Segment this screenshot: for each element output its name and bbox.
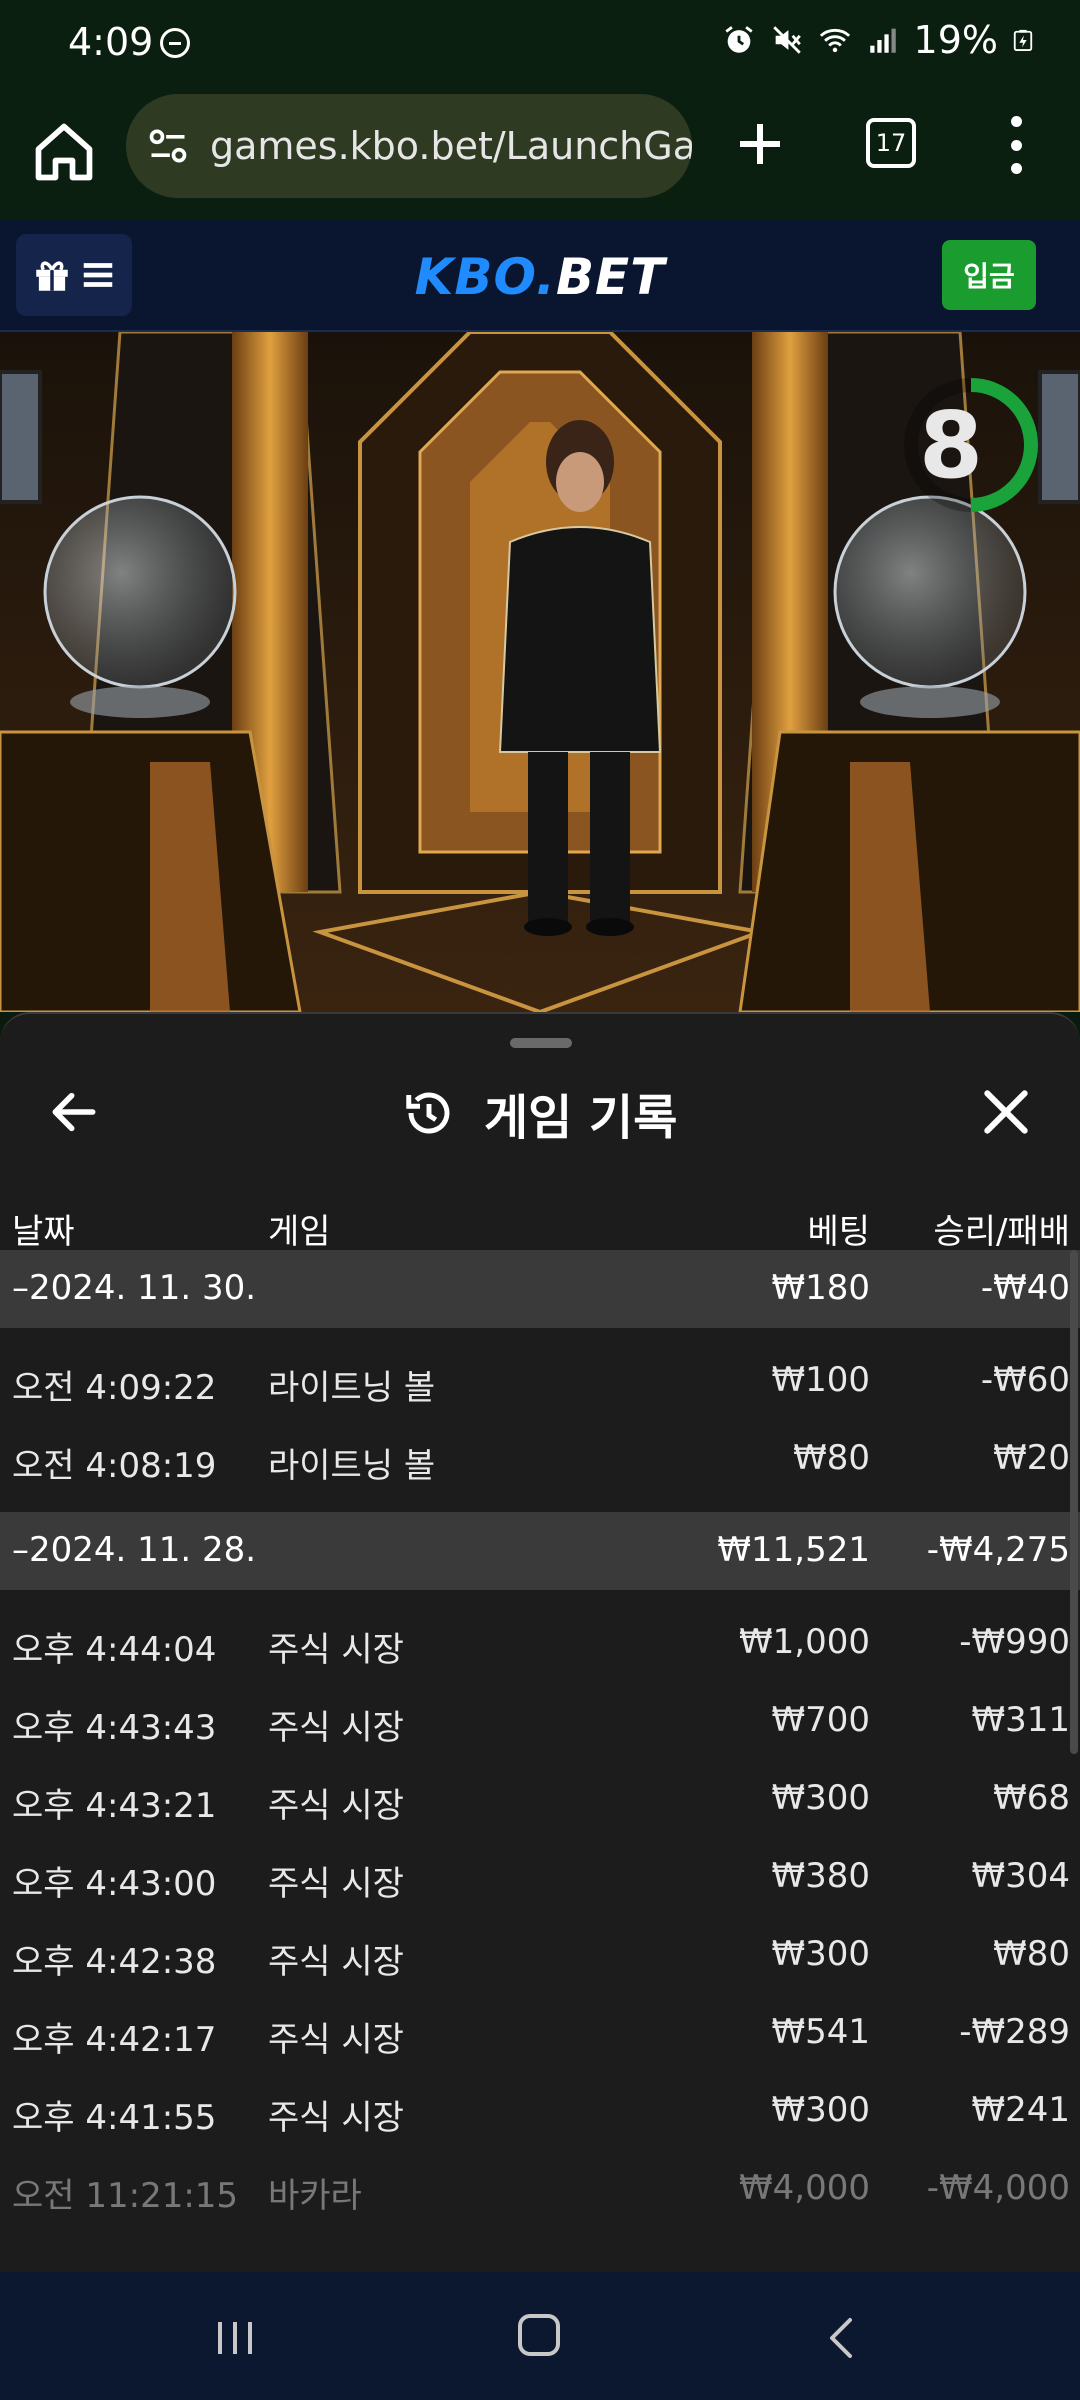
system-navigation-bar bbox=[0, 2272, 1080, 2400]
tab-count: 17 bbox=[875, 129, 907, 157]
column-header-date: 날짜 bbox=[12, 1212, 75, 1252]
row-game: 주식 시장 bbox=[268, 1786, 404, 1826]
row-game: 라이트닝 볼 bbox=[268, 1446, 436, 1486]
new-tab-icon[interactable] bbox=[730, 114, 790, 174]
address-bar[interactable]: games.kbo.bet/LaunchGar bbox=[126, 94, 692, 198]
table-row[interactable]: 오전 4:09:22 라이트닝 볼 ₩100 -₩60 bbox=[0, 1342, 1080, 1420]
recent-apps-icon[interactable] bbox=[210, 2318, 260, 2358]
status-icons: 19% bbox=[722, 18, 1034, 62]
history-icon bbox=[406, 1092, 450, 1134]
battery-charging-icon bbox=[1013, 29, 1033, 51]
browser-toolbar: games.kbo.bet/LaunchGar 17 bbox=[0, 88, 1080, 220]
group-date: –2024. 11. 30. bbox=[12, 1268, 257, 1308]
status-time: 4:09 bbox=[68, 20, 154, 64]
row-bet: ₩700 bbox=[771, 1700, 870, 1740]
row-game: 주식 시장 bbox=[268, 1942, 404, 1982]
row-bet: ₩300 bbox=[771, 2090, 870, 2130]
row-game: 주식 시장 bbox=[268, 2098, 404, 2138]
row-bet: ₩100 bbox=[771, 1360, 870, 1400]
more-menu-icon[interactable] bbox=[996, 114, 1036, 176]
signal-icon bbox=[869, 28, 896, 53]
tab-switcher-button[interactable]: 17 bbox=[866, 118, 916, 168]
home-icon[interactable] bbox=[30, 118, 98, 186]
home-button-icon[interactable] bbox=[518, 2314, 560, 2356]
row-game: 라이트닝 볼 bbox=[268, 1368, 436, 1408]
sheet-drag-handle[interactable] bbox=[510, 1038, 572, 1048]
row-result: -₩60 bbox=[980, 1360, 1070, 1400]
row-bet: ₩300 bbox=[771, 1778, 870, 1818]
row-result: ₩20 bbox=[993, 1438, 1070, 1478]
table-row[interactable]: 오후 4:42:38 주식 시장 ₩300 ₩80 bbox=[0, 1916, 1080, 1994]
row-result: ₩304 bbox=[971, 1856, 1070, 1896]
sheet-title-group: 게임 기록 bbox=[402, 1076, 677, 1150]
table-row[interactable]: 오후 4:43:00 주식 시장 ₩380 ₩304 bbox=[0, 1838, 1080, 1916]
group-date: –2024. 11. 28. bbox=[12, 1530, 257, 1570]
group-result-total: -₩4,275 bbox=[926, 1530, 1070, 1570]
row-game: 주식 시장 bbox=[268, 1864, 404, 1904]
row-bet: ₩1,000 bbox=[739, 1622, 870, 1662]
site-logo[interactable]: KBO.BET bbox=[0, 248, 1080, 306]
status-bar: 4:09 19% bbox=[0, 0, 1080, 88]
row-bet: ₩80 bbox=[793, 1438, 870, 1478]
row-time: 오후 4:42:17 bbox=[12, 2020, 217, 2060]
url-text: games.kbo.bet/LaunchGar bbox=[210, 124, 692, 168]
row-result: ₩80 bbox=[993, 1934, 1070, 1974]
row-result: ₩68 bbox=[993, 1778, 1070, 1818]
row-result: ₩241 bbox=[971, 2090, 1070, 2130]
row-game: 주식 시장 bbox=[268, 2020, 404, 2060]
row-time: 오후 4:41:55 bbox=[12, 2098, 217, 2138]
row-bet: ₩541 bbox=[771, 2012, 870, 2052]
row-time: 오전 4:09:22 bbox=[12, 1368, 217, 1408]
row-game: 주식 시장 bbox=[268, 1630, 404, 1670]
scrollbar-thumb[interactable] bbox=[1070, 1250, 1078, 1754]
row-game: 바카라 bbox=[268, 2176, 362, 2216]
row-time: 오후 4:43:21 bbox=[12, 1786, 217, 1826]
date-group-row[interactable]: –2024. 11. 30. ₩180 -₩40 bbox=[0, 1250, 1080, 1328]
row-time: 오후 4:43:00 bbox=[12, 1864, 217, 1904]
row-time: 오후 4:43:43 bbox=[12, 1708, 217, 1748]
site-settings-icon[interactable] bbox=[146, 124, 190, 168]
row-time: 오후 4:44:04 bbox=[12, 1630, 217, 1670]
table-row[interactable]: 오전 11:21:15 바카라 ₩4,000 -₩4,000 bbox=[0, 2150, 1080, 2228]
mute-icon bbox=[772, 26, 801, 54]
group-result-total: -₩40 bbox=[980, 1268, 1070, 1308]
do-not-disturb-icon bbox=[160, 28, 190, 58]
close-icon[interactable] bbox=[978, 1084, 1034, 1140]
row-result: -₩4,000 bbox=[926, 2168, 1070, 2208]
table-row[interactable]: 오후 4:42:17 주식 시장 ₩541 -₩289 bbox=[0, 1994, 1080, 2072]
live-video-stream[interactable]: 8 bbox=[0, 332, 1080, 1012]
table-row[interactable]: 오후 4:43:43 주식 시장 ₩700 ₩311 bbox=[0, 1682, 1080, 1760]
row-result: -₩990 bbox=[959, 1622, 1070, 1662]
back-icon[interactable] bbox=[822, 2314, 862, 2362]
group-bet-total: ₩180 bbox=[771, 1268, 870, 1308]
deposit-button[interactable]: 입금 bbox=[942, 240, 1036, 310]
group-bet-total: ₩11,521 bbox=[717, 1530, 870, 1570]
back-arrow-icon[interactable] bbox=[46, 1076, 102, 1148]
table-row[interactable]: 오후 4:43:21 주식 시장 ₩300 ₩68 bbox=[0, 1760, 1080, 1838]
table-row[interactable]: 오후 4:44:04 주식 시장 ₩1,000 -₩990 bbox=[0, 1604, 1080, 1682]
row-result: ₩311 bbox=[971, 1700, 1070, 1740]
date-group-row[interactable]: –2024. 11. 28. ₩11,521 -₩4,275 bbox=[0, 1512, 1080, 1590]
row-game: 주식 시장 bbox=[268, 1708, 404, 1748]
column-header-bet: 베팅 bbox=[807, 1212, 870, 1252]
row-time: 오후 4:42:38 bbox=[12, 1942, 217, 1982]
row-time: 오전 11:21:15 bbox=[12, 2176, 239, 2216]
row-result: -₩289 bbox=[959, 2012, 1070, 2052]
column-header-game: 게임 bbox=[268, 1212, 331, 1252]
wifi-icon bbox=[819, 28, 850, 53]
row-time: 오전 4:08:19 bbox=[12, 1446, 217, 1486]
column-header-result: 승리/패배 bbox=[933, 1212, 1070, 1252]
alarm-icon bbox=[724, 26, 753, 53]
game-history-sheet: 게임 기록 날짜 게임 베팅 승리/패배 –2024. 11. 30. ₩180… bbox=[0, 1012, 1080, 2272]
site-header: KBO.BET 입금 bbox=[0, 220, 1080, 332]
row-bet: ₩300 bbox=[771, 1934, 870, 1974]
countdown-value: 8 bbox=[918, 391, 983, 499]
table-row[interactable]: 오전 4:08:19 라이트닝 볼 ₩80 ₩20 bbox=[0, 1420, 1080, 1498]
row-bet: ₩380 bbox=[771, 1856, 870, 1896]
table-row[interactable]: 오후 4:41:55 주식 시장 ₩300 ₩241 bbox=[0, 2072, 1080, 2150]
battery-percent: 19% bbox=[913, 18, 998, 62]
sheet-title: 게임 기록 bbox=[484, 1090, 678, 1146]
history-table-body: –2024. 11. 30. ₩180 -₩40 오전 4:09:22 라이트닝… bbox=[0, 1250, 1080, 2228]
row-bet: ₩4,000 bbox=[739, 2168, 870, 2208]
